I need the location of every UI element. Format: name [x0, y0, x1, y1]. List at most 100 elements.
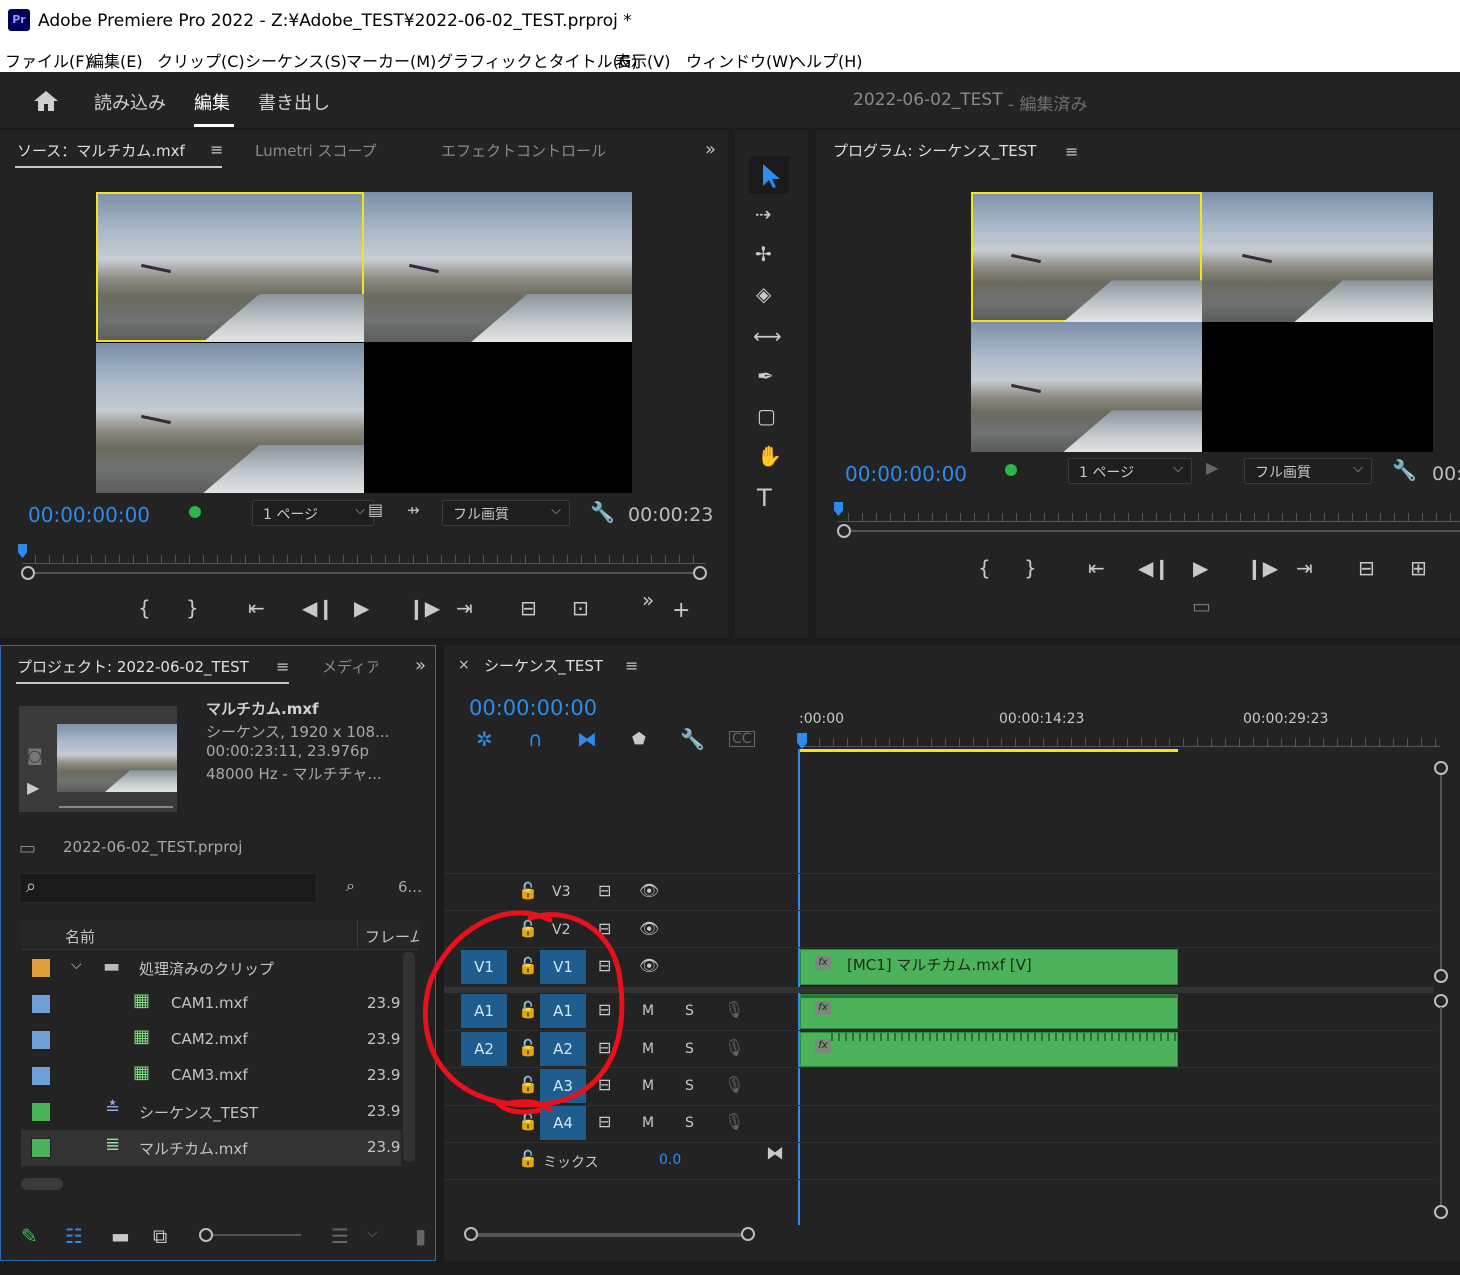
go-to-out-icon[interactable]: ⇥ [456, 598, 473, 618]
chevron-down-icon[interactable]: ⌵ [71, 958, 82, 972]
play-icon[interactable]: ▶ [354, 598, 369, 618]
close-tab-icon[interactable]: × [458, 657, 470, 673]
icon-view-icon[interactable]: ▬ [111, 1226, 130, 1246]
vertical-scrollbar[interactable] [1440, 1007, 1442, 1207]
freeform-view-icon[interactable]: ⧉ [153, 1226, 167, 1246]
add-button-icon[interactable]: + [672, 600, 690, 622]
fx-badge[interactable]: fx [815, 1039, 831, 1053]
program-cam1-angle[interactable] [971, 192, 1202, 322]
sort-icon[interactable]: ☰ [331, 1226, 349, 1246]
microphone-icon[interactable]: 🎙 [724, 1114, 744, 1130]
program-zoom-handle[interactable] [837, 524, 851, 538]
list-item[interactable]: ▦ CAM3.mxf 23.9 [21, 1058, 401, 1094]
label-color-swatch[interactable] [31, 994, 51, 1014]
solo-button[interactable]: S [685, 1041, 694, 1057]
go-to-in-icon[interactable]: ⇤ [1088, 558, 1105, 578]
timeline-ruler[interactable] [800, 733, 1440, 747]
program-quality-select[interactable]: フル画質 ⌵ [1244, 458, 1372, 484]
source-page-select[interactable]: 1 ページ ⌵ [252, 500, 374, 526]
vertical-zoom-handle[interactable] [1434, 994, 1448, 1008]
pen-tool-icon[interactable]: ✒ [757, 366, 774, 386]
panel-overflow-icon[interactable]: » [705, 139, 716, 160]
mark-out-icon[interactable]: } [1024, 558, 1037, 578]
tab-source[interactable]: ソース：マルチカム.mxf [17, 140, 185, 161]
sync-lock-icon[interactable]: ⊟ [598, 883, 611, 899]
tab-effect-controls[interactable]: エフェクトコントロール [441, 140, 606, 161]
list-item[interactable]: ▦ CAM2.mxf 23.9 [21, 1022, 401, 1058]
lift-icon[interactable]: ⊟ [1358, 558, 1375, 578]
list-item[interactable]: ≛ シーケンス_TEST 23.9 [21, 1094, 401, 1130]
wrench-icon[interactable]: 🔧 [680, 729, 705, 749]
mark-in-icon[interactable]: { [138, 598, 151, 618]
export-frame-icon[interactable]: ▭ [1192, 596, 1211, 616]
tab-sequence[interactable]: シーケンス_TEST [484, 655, 603, 676]
timeline-zoom-handle-left[interactable] [464, 1227, 478, 1241]
menu-graphics[interactable]: グラフィックとタイトル(G) [437, 48, 638, 72]
vertical-zoom-handle[interactable] [1434, 969, 1448, 983]
microphone-icon[interactable]: 🎙 [724, 1040, 744, 1056]
add-marker-icon[interactable]: ⬟ [632, 731, 646, 747]
drop-frame-icon[interactable]: ⇸ [407, 503, 420, 518]
label-color-swatch[interactable] [31, 1138, 51, 1158]
pencil-icon[interactable]: ✎ [21, 1226, 38, 1246]
program-title[interactable]: プログラム: シーケンス_TEST [833, 140, 1036, 161]
tab-project[interactable]: プロジェクト: 2022-06-02_TEST [17, 656, 249, 677]
more-controls-icon[interactable]: » [642, 590, 654, 610]
hamburger-menu-icon[interactable]: ≡ [276, 657, 289, 676]
program-page-select[interactable]: 1 ページ ⌵ [1068, 458, 1192, 484]
insert-icon[interactable]: ⊟ [520, 598, 537, 618]
linked-selection-icon[interactable]: ⧓ [577, 729, 597, 749]
solo-button[interactable]: S [685, 1078, 694, 1094]
source-cam2-angle[interactable] [364, 192, 632, 342]
timeline-zoom-bar[interactable] [472, 1233, 748, 1237]
extract-icon[interactable]: ⊞ [1410, 558, 1427, 578]
tab-export[interactable]: 書き出し [258, 89, 330, 115]
vertical-zoom-handle[interactable] [1434, 1205, 1448, 1219]
home-icon[interactable] [32, 89, 60, 113]
column-name-header[interactable]: 名前 [65, 926, 95, 947]
source-time-ruler[interactable] [22, 550, 706, 564]
video-clip[interactable]: fx [MC1] マルチカム.mxf [V] [800, 949, 1178, 985]
source-cam3-angle[interactable] [96, 343, 364, 493]
program-time-ruler[interactable] [838, 508, 1460, 522]
mix-end-icon[interactable]: ⧓ [766, 1145, 784, 1163]
fx-badge[interactable]: fx [815, 1001, 831, 1015]
source-zoom-handle-left[interactable] [21, 566, 35, 580]
solo-button[interactable]: S [685, 1115, 694, 1131]
microphone-icon[interactable]: 🎙 [724, 1077, 744, 1093]
thumbnail-scrubber[interactable] [59, 806, 173, 808]
overwrite-icon[interactable]: ⊡ [572, 598, 589, 618]
list-item[interactable]: ▦ CAM1.mxf 23.9 [21, 986, 401, 1022]
type-tool-icon[interactable]: T [757, 486, 772, 510]
vertical-zoom-handle[interactable] [1434, 761, 1448, 775]
mark-out-icon[interactable]: } [186, 598, 199, 618]
mix-value[interactable]: 0.0 [659, 1152, 681, 1168]
work-area-bar[interactable] [800, 749, 1178, 752]
hamburger-menu-icon[interactable]: ≡ [625, 656, 638, 675]
list-item[interactable]: ≣ マルチカム.mxf 23.9 [21, 1130, 401, 1166]
razor-icon[interactable]: ◈ [756, 284, 771, 304]
menu-view[interactable]: 表示(V) [615, 48, 670, 72]
go-to-out-icon[interactable]: ⇥ [1296, 558, 1313, 578]
list-view-icon[interactable]: ☷ [65, 1226, 83, 1246]
tab-media-browser[interactable]: メディア [322, 656, 378, 677]
chevron-down-icon[interactable]: ⌵ [367, 1226, 378, 1240]
captions-icon[interactable]: CC [729, 731, 755, 747]
step-back-icon[interactable]: ◀❙ [302, 598, 334, 618]
wrench-icon[interactable]: 🔧 [1392, 460, 1417, 480]
panel-overflow-icon[interactable]: » [415, 655, 426, 676]
find-bin-icon[interactable]: ⌕ [346, 878, 355, 894]
tab-import[interactable]: 読み込み [94, 89, 166, 115]
solo-button[interactable]: S [685, 1003, 694, 1019]
step-back-icon[interactable]: ◀❙ [1138, 558, 1170, 578]
program-cam2-angle[interactable] [1202, 192, 1433, 322]
source-timecode[interactable]: 00:00:00:00 [28, 503, 150, 527]
lock-icon[interactable]: 🔓 [518, 1151, 538, 1167]
timeline-zoom-handle-right[interactable] [741, 1227, 755, 1241]
list-item[interactable]: ⌵ ▬ 処理済みのクリップ [21, 950, 401, 986]
label-color-swatch[interactable] [31, 1102, 51, 1122]
source-zoom-bar[interactable] [28, 572, 700, 574]
play-icon[interactable]: ▶ [27, 780, 39, 796]
fx-badge[interactable]: fx [815, 956, 831, 970]
step-forward-icon[interactable]: ❙▶ [408, 598, 440, 618]
